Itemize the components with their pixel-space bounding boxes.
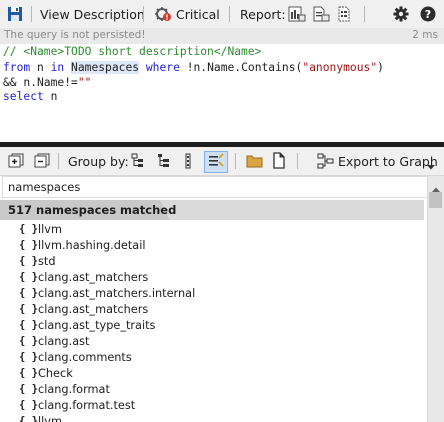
list-item[interactable]: { } Check (0, 366, 426, 382)
namespace-name: llvm (38, 415, 62, 422)
save-icon[interactable] (7, 6, 23, 25)
view-description-button[interactable]: View Description (40, 7, 145, 22)
list-item[interactable]: { } clang.comments (0, 350, 426, 366)
code-keyword: where (145, 61, 180, 74)
report-table-icon[interactable] (288, 6, 306, 25)
code-identifier-highlighted: Namespaces (71, 61, 140, 74)
namespace-icon: { } (19, 287, 38, 299)
namespace-icon: { } (19, 255, 38, 267)
namespace-name: std (38, 255, 56, 268)
results-toolbar: Group by: Export to Graph (0, 147, 444, 176)
namespace-name: clang.ast_type_traits (38, 319, 156, 332)
list-item[interactable]: { } std (0, 254, 426, 270)
chevron-down-icon[interactable] (427, 159, 435, 173)
namespace-icon: { } (19, 303, 38, 315)
group-by-namespace-icon[interactable] (156, 153, 172, 172)
report-list-icon[interactable] (337, 6, 355, 25)
namespace-icon: { } (19, 399, 38, 411)
list-item[interactable]: { } clang.format (0, 382, 426, 398)
namespace-name: clang.ast_matchers (38, 303, 149, 316)
namespace-name: clang.ast (38, 335, 90, 348)
list-item[interactable]: { } clang.ast_type_traits (0, 318, 426, 334)
collapse-all-icon[interactable] (34, 153, 50, 172)
namespace-icon: { } (19, 223, 38, 235)
namespace-icon: { } (19, 415, 38, 422)
list-item[interactable]: { } clang.ast_matchers.internal (0, 286, 426, 302)
list-item[interactable]: { } llvm (0, 222, 426, 238)
main-toolbar: View Description Critical Report: ? (0, 0, 444, 29)
query-duration: 2 ms (412, 29, 438, 41)
code-string: "anonymous" (302, 61, 378, 74)
flat-icon (209, 153, 224, 167)
namespace-name: llvm.hashing.detail (38, 239, 146, 252)
toolbar-separator (58, 153, 59, 169)
namespace-name: clang.ast_matchers (38, 271, 149, 284)
list-item[interactable]: { } clang.ast_matchers (0, 270, 426, 286)
code-text: n (30, 61, 51, 74)
namespace-icon: { } (19, 271, 38, 283)
namespace-name: clang.format.test (38, 399, 136, 412)
namespace-name: Check (38, 367, 73, 380)
results-count-label: 517 namespaces matched (8, 203, 177, 217)
query-status-bar: The query is not persisted! 2 ms (0, 28, 444, 44)
group-by-assembly-icon[interactable] (131, 153, 147, 172)
svg-text:?: ? (425, 8, 431, 21)
results-list: { } llvm { } llvm.hashing.detail { } std { … (0, 222, 426, 422)
list-item[interactable]: { } clang.ast_matchers (0, 302, 426, 318)
list-item[interactable]: { } llvm.hashing.detail (0, 238, 426, 254)
toolbar-separator (229, 6, 230, 22)
namespace-name: llvm (38, 223, 62, 236)
group-by-type-icon[interactable] (180, 153, 196, 172)
list-item[interactable]: { } clang.format.test (0, 398, 426, 414)
code-text: ) (377, 61, 384, 74)
namespace-icon: { } (19, 383, 38, 395)
expand-all-icon[interactable] (8, 153, 24, 172)
code-line-4: select n (3, 90, 57, 103)
vertical-scrollbar[interactable] (427, 176, 444, 422)
report-document-icon[interactable] (312, 6, 330, 25)
code-line-1: // <Name>TODO short description</Name> (3, 45, 262, 58)
graph-icon[interactable] (317, 153, 334, 172)
report-label: Report: (240, 7, 286, 22)
query-editor[interactable]: // <Name>TODO short description</Name> f… (0, 44, 444, 142)
toolbar-separator (235, 153, 236, 169)
code-line-3: && n.Name!="" (3, 76, 91, 89)
code-keyword: select (3, 90, 44, 103)
file-icon[interactable] (272, 152, 286, 172)
namespace-name: clang.format (38, 383, 110, 396)
critical-icon[interactable] (155, 6, 172, 25)
toolbar-separator (143, 6, 144, 22)
gear-icon[interactable] (393, 6, 409, 25)
namespace-icon: { } (19, 239, 38, 251)
code-text: !n.Name.Contains( (179, 61, 303, 74)
namespace-icon: { } (19, 351, 38, 363)
scrollbar-thumb[interactable] (429, 192, 442, 208)
group-by-label: Group by: (68, 154, 129, 169)
code-line-2: from n in Namespaces where !n.Name.Conta… (3, 61, 384, 74)
export-to-graph-button[interactable]: Export to Graph (338, 154, 438, 169)
code-text: n (43, 90, 58, 103)
search-input[interactable]: namespaces (2, 176, 428, 198)
search-input-value: namespaces (8, 180, 81, 194)
code-text: && n.Name!= (3, 76, 78, 89)
help-icon[interactable]: ? (420, 6, 436, 25)
group-by-flat-toggle[interactable] (204, 151, 228, 173)
namespace-icon: { } (19, 367, 38, 379)
code-keyword: in (50, 61, 65, 74)
namespace-icon: { } (19, 319, 38, 331)
toolbar-separator (297, 153, 298, 169)
list-item[interactable]: { } clang.ast (0, 334, 426, 350)
critical-button[interactable]: Critical (176, 7, 220, 22)
list-item[interactable]: { } llvm (0, 414, 426, 422)
namespace-icon: { } (19, 335, 38, 347)
namespace-name: clang.ast_matchers.internal (38, 287, 196, 300)
status-message: The query is not persisted! (4, 29, 146, 41)
code-keyword: from (3, 61, 31, 74)
code-string: "" (77, 76, 92, 89)
toolbar-separator (364, 6, 365, 22)
folder-icon[interactable] (246, 153, 263, 172)
toolbar-separator (31, 6, 32, 22)
namespace-name: clang.comments (38, 351, 132, 364)
